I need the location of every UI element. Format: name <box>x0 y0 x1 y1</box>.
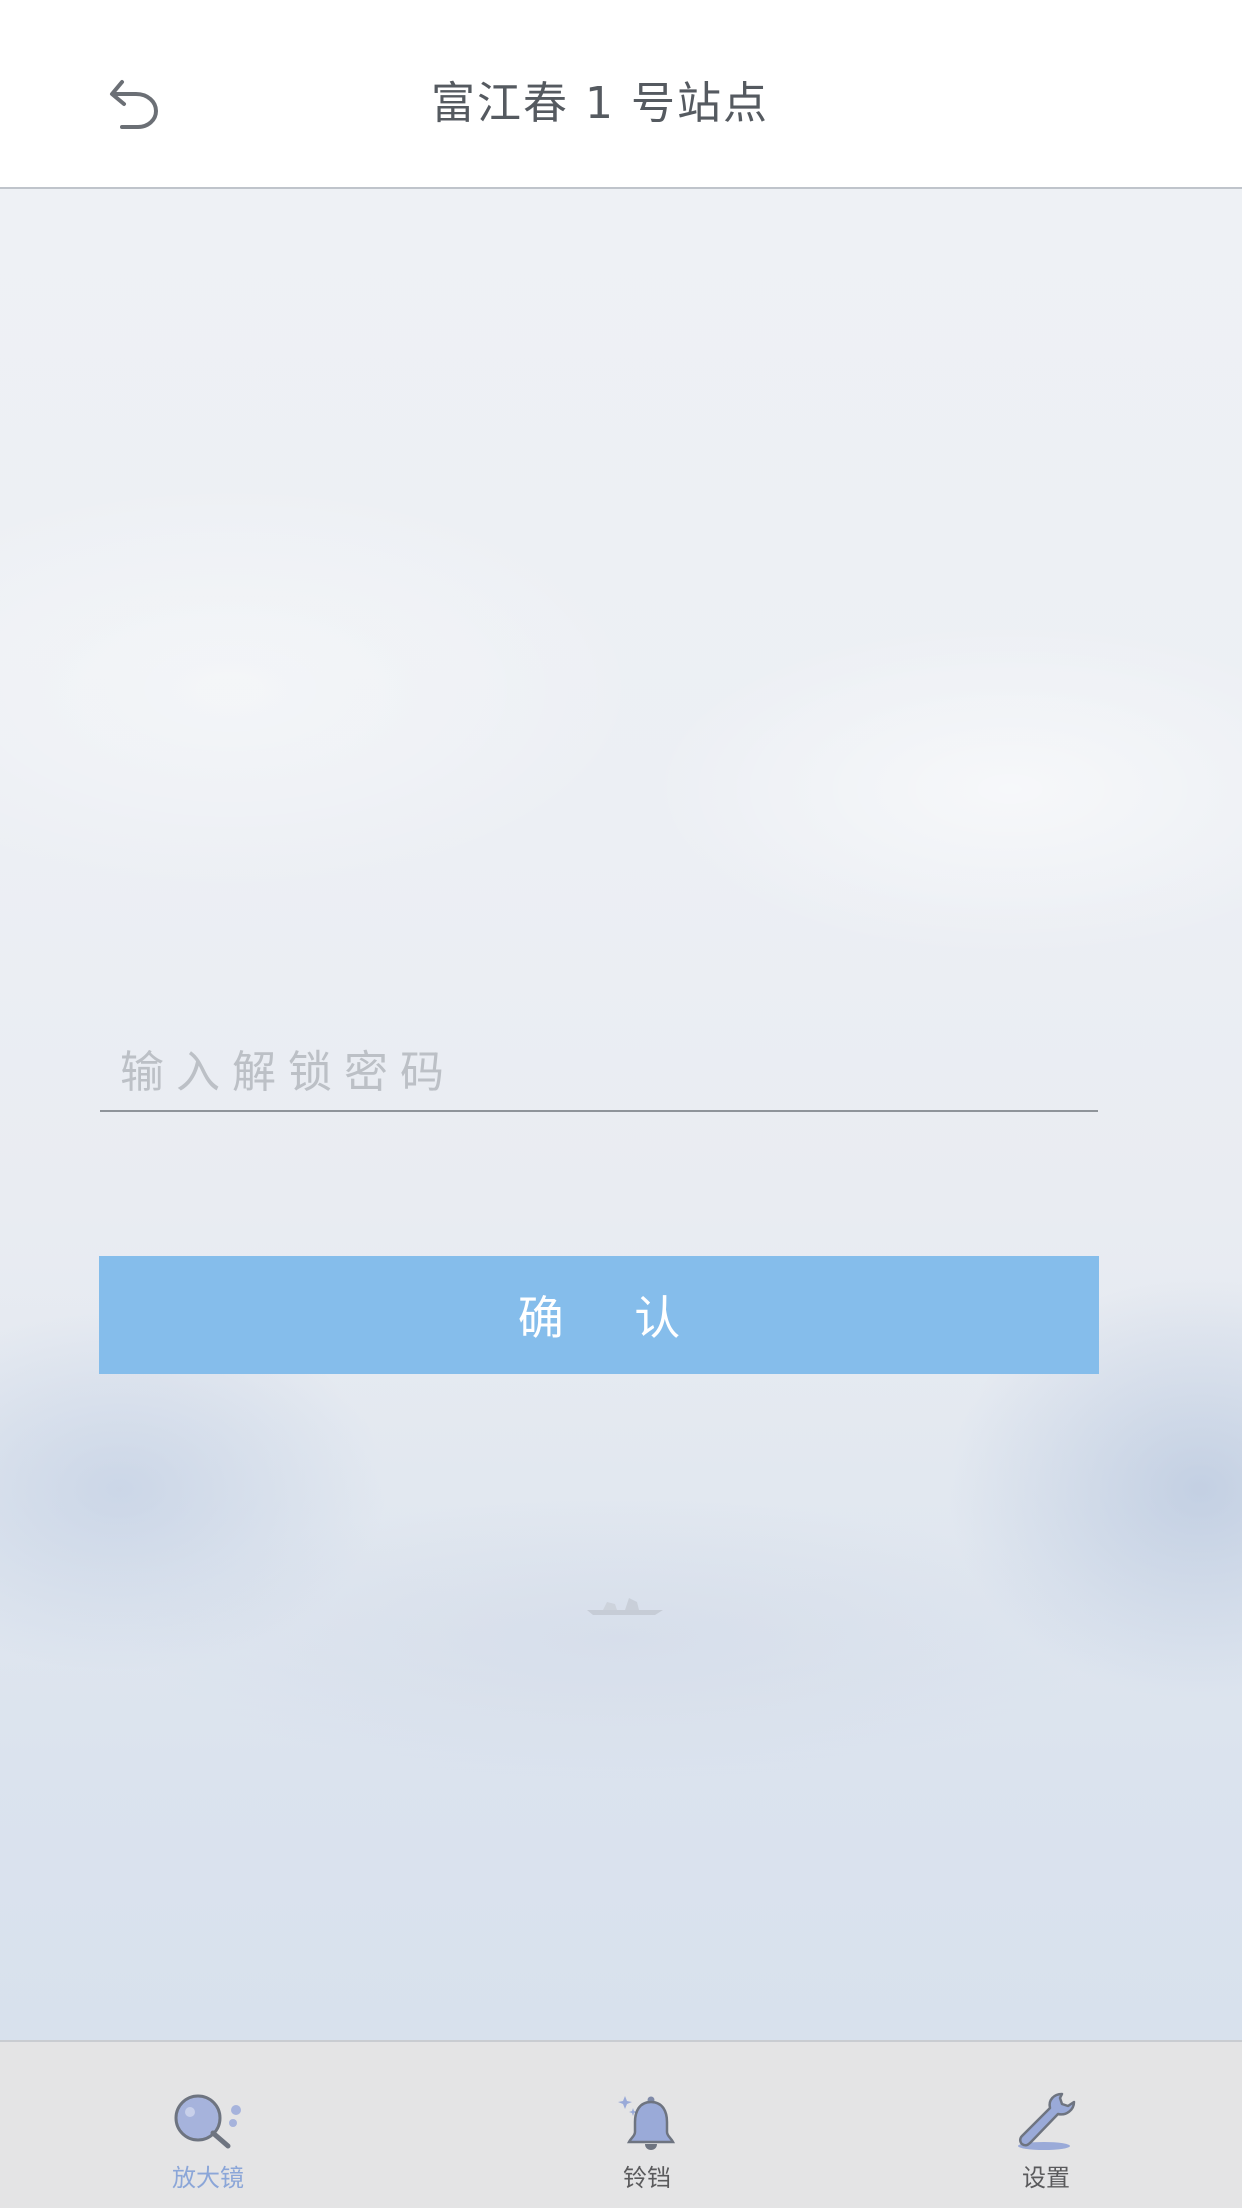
unlock-panel: 确 认 <box>0 189 1242 2040</box>
bottom-tab-bar: 放大镜 铃铛 设置 <box>0 2040 1242 2208</box>
password-field[interactable] <box>100 1034 1098 1112</box>
tab-bell[interactable]: 铃铛 <box>547 2042 747 2208</box>
app-header: 富江春 1 号站点 <box>0 0 1242 189</box>
magnifier-icon <box>174 2094 241 2149</box>
wrench-icon <box>1018 2092 1076 2150</box>
page-title: 富江春 1 号站点 <box>431 78 769 129</box>
landscape-boat-decoration <box>587 1598 663 1615</box>
tab-settings[interactable]: 设置 <box>946 2042 1146 2208</box>
tab-label-magnifier: 放大镜 <box>172 2164 244 2192</box>
tab-label-bell: 铃铛 <box>623 2164 671 2192</box>
bell-icon <box>618 2096 676 2150</box>
tab-label-settings: 设置 <box>1022 2164 1070 2192</box>
password-input[interactable] <box>118 1034 1082 1110</box>
confirm-button[interactable]: 确 认 <box>99 1256 1099 1374</box>
tab-magnifier[interactable]: 放大镜 <box>108 2042 308 2208</box>
